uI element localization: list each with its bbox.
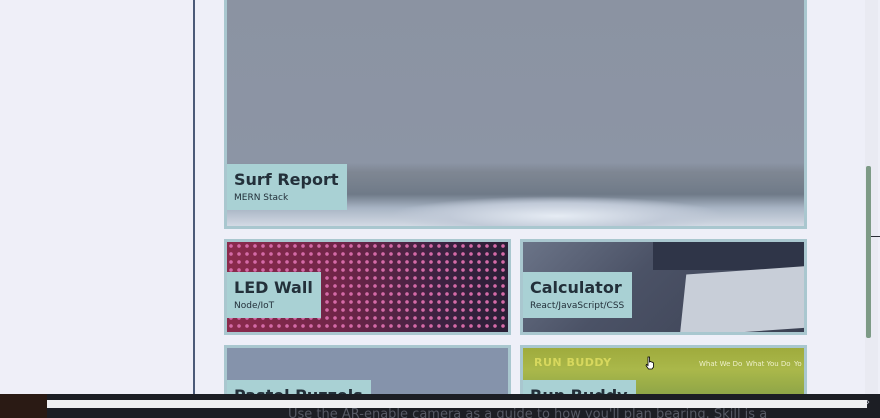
project-subtitle: React/JavaScript/CSS (530, 301, 625, 311)
project-title: Calculator (530, 278, 622, 297)
run-buddy-logo: RUN BUDDY (534, 356, 612, 369)
project-subtitle: MERN Stack (234, 193, 289, 203)
project-label: Calculator React/JavaScript/CSS (523, 272, 633, 318)
overlay-text: Use the AR-enable camera as a guide to h… (288, 407, 768, 418)
project-label: Surf Report MERN Stack (227, 164, 347, 210)
left-sidebar (0, 0, 193, 418)
project-card-led-wall[interactable]: LED Wall Node/IoT (224, 239, 511, 335)
project-subtitle: Node/IoT (234, 301, 275, 311)
project-label: LED Wall Node/IoT (227, 272, 321, 318)
scrollbar-thumb[interactable] (866, 166, 871, 338)
run-buddy-nav-item: What You Do (746, 360, 791, 368)
portfolio-grid: Surf Report MERN Stack LED Wall Node/IoT… (195, 0, 865, 405)
bottom-left-block (0, 394, 47, 418)
project-title: LED Wall (234, 278, 313, 297)
monitor-image (653, 242, 804, 270)
wave-image (387, 196, 727, 226)
project-title: Surf Report (234, 170, 339, 189)
project-card-surf-report[interactable]: Surf Report MERN Stack (224, 0, 807, 229)
bottom-overlay: Use the AR-enable camera as a guide to h… (0, 394, 880, 418)
edge-line (871, 236, 880, 237)
run-buddy-nav-item: What We Do (699, 360, 743, 368)
run-buddy-nav-item: Yo (794, 360, 802, 368)
laptop-screen-image (679, 265, 804, 332)
project-card-calculator[interactable]: Calculator React/JavaScript/CSS (520, 239, 807, 335)
hand-cursor-icon (645, 356, 654, 370)
chevron-right-icon[interactable]: › (866, 397, 870, 408)
